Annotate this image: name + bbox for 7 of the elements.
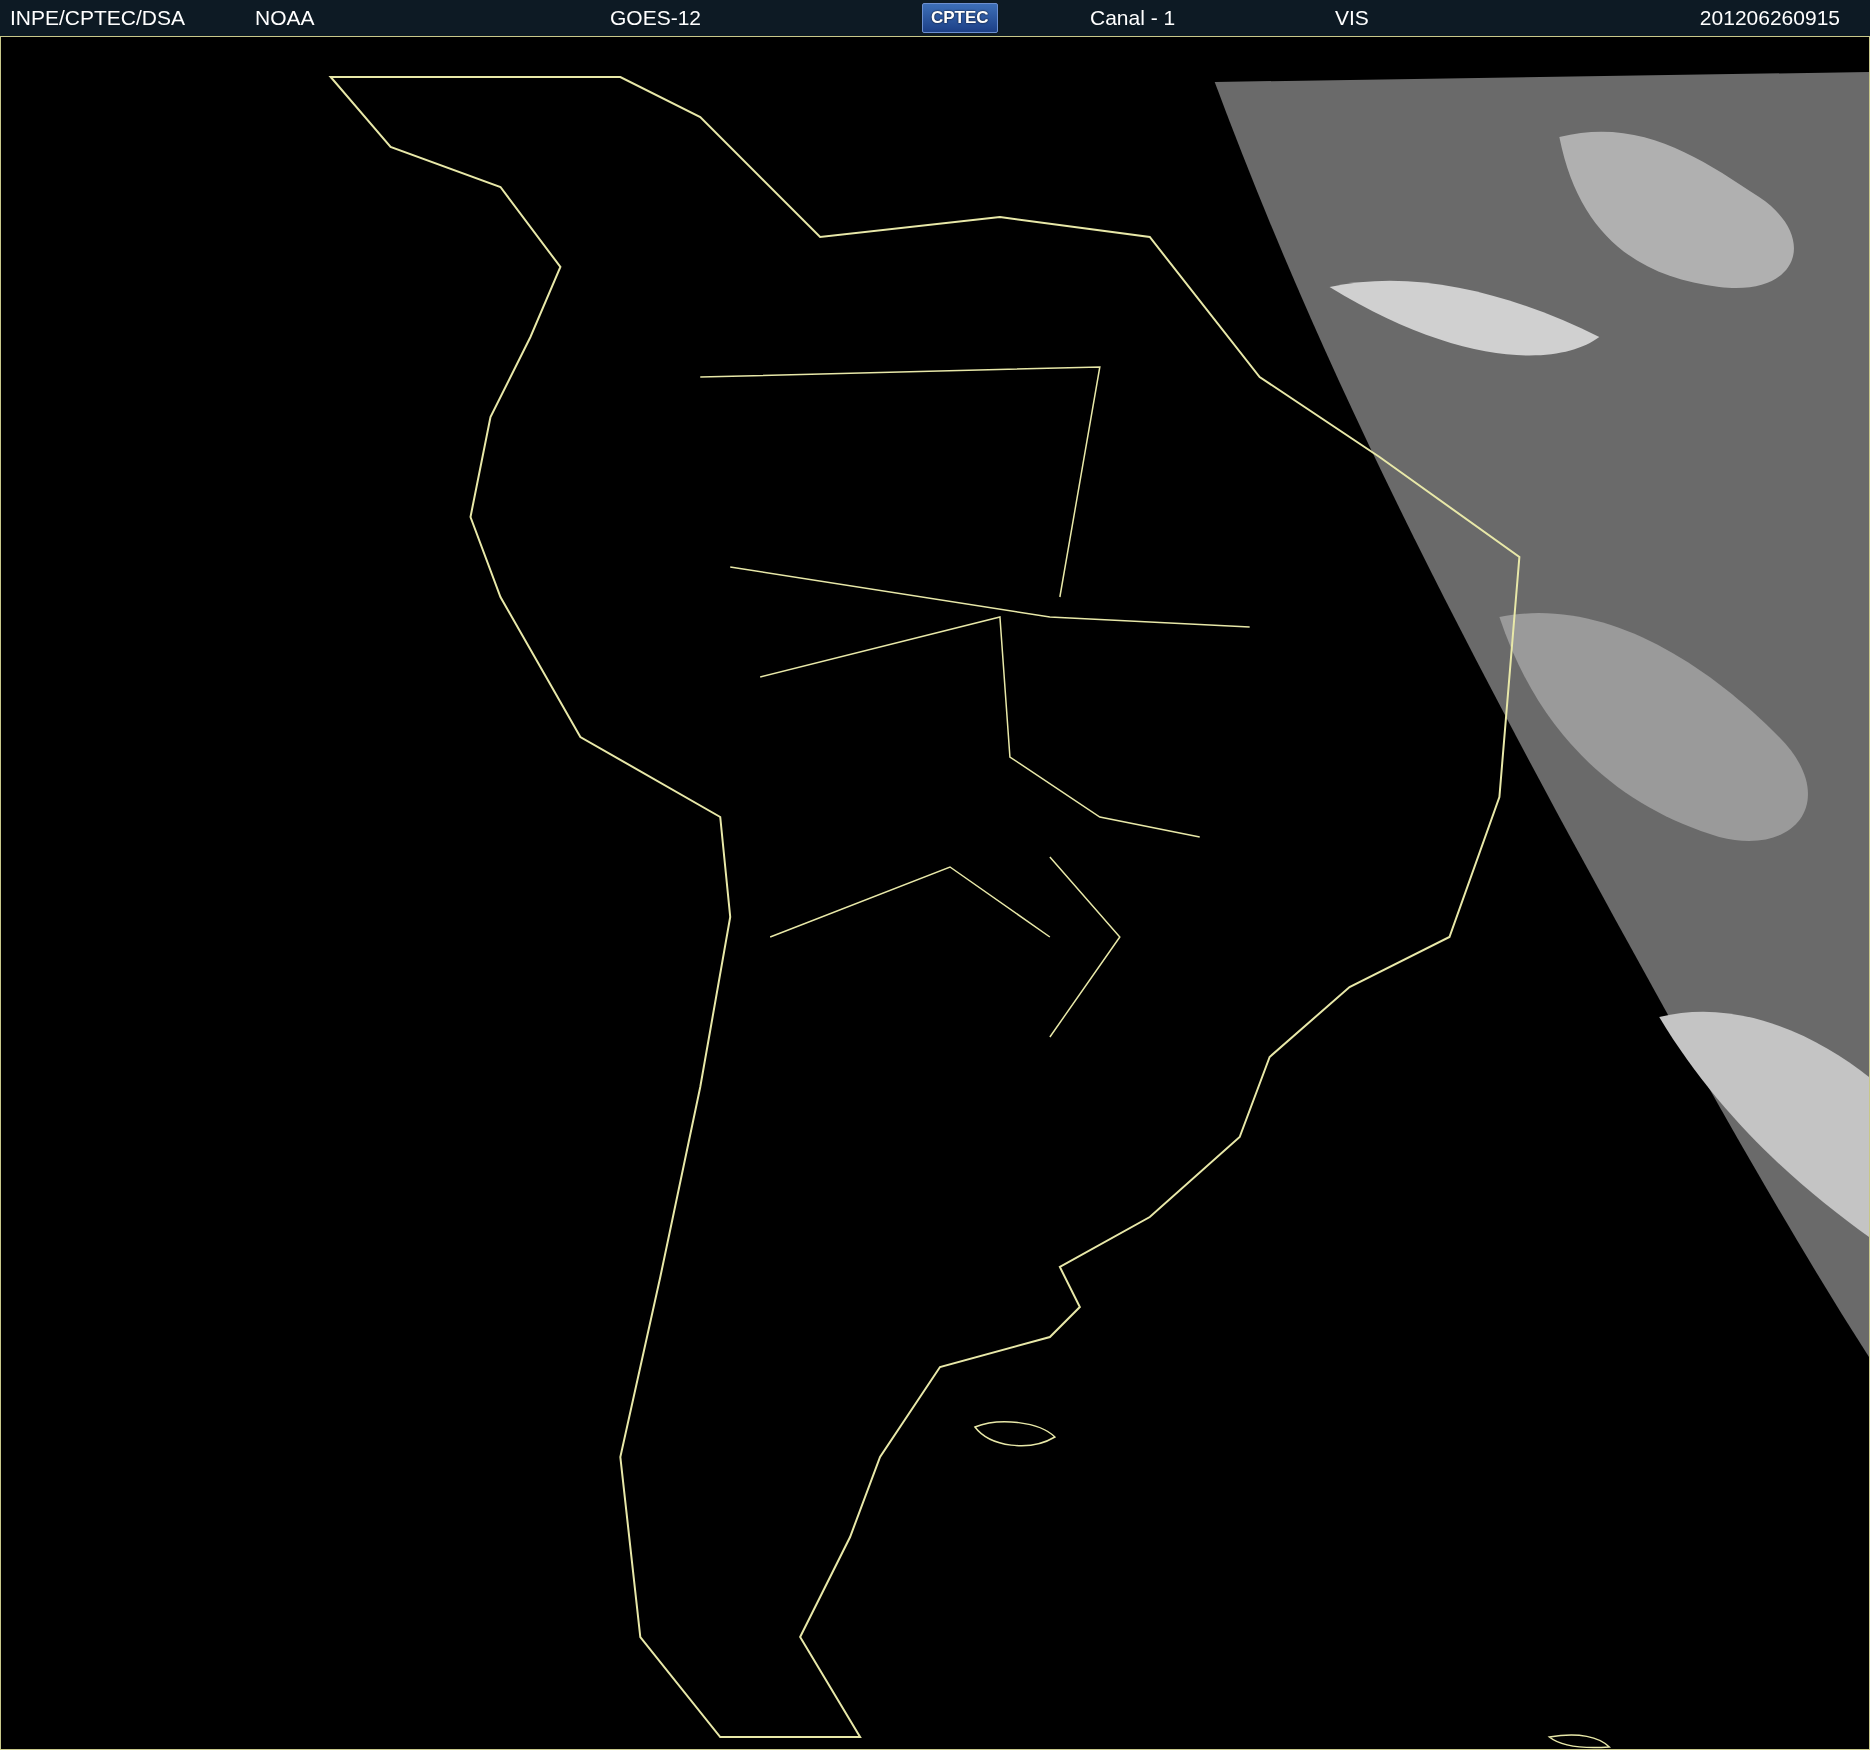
header-label: Canal - 1 [1090,6,1176,30]
header-label: NOAA [255,6,315,30]
header-label: 201206260915 [1699,6,1840,30]
header-label: GOES-12 [610,6,702,30]
header-label: INPE/CPTEC/DSA [10,6,186,30]
logo: CPTEC [922,3,998,33]
header-label: VIS [1335,6,1369,30]
